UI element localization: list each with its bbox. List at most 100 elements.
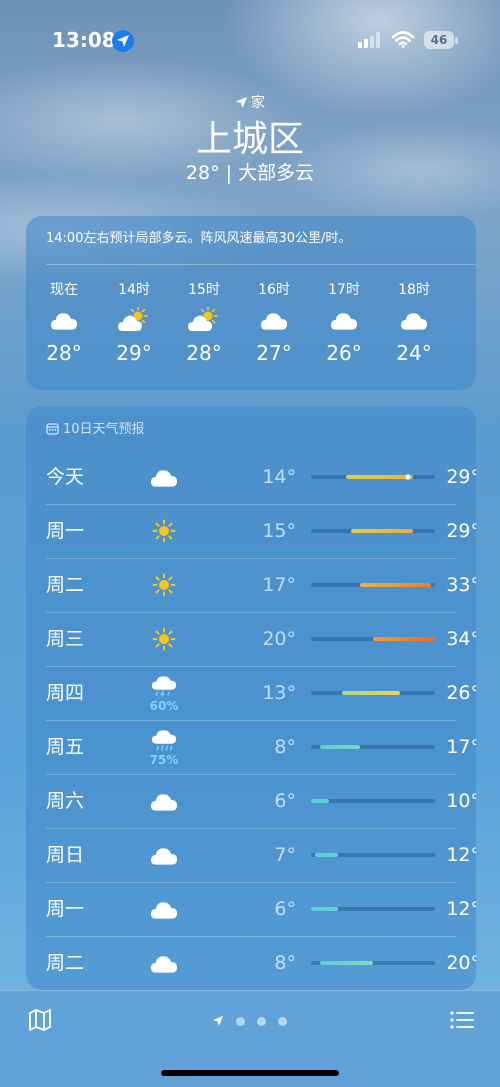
day-high-temp: 29°	[446, 520, 476, 542]
hour-label: 18时	[398, 282, 430, 298]
hour-temp: 24°	[396, 341, 432, 365]
hourly-description: 14:00左右预计局部多云。阵风风速最高30公里/时。	[46, 231, 352, 246]
day-row[interactable]: 周二 8° 20°	[46, 936, 476, 990]
list-icon[interactable]	[450, 1011, 474, 1033]
hour-label: 17时	[328, 282, 360, 298]
day-name: 周一	[46, 520, 85, 542]
temp-range-fill	[311, 799, 329, 803]
day-name: 周二	[46, 952, 85, 974]
cloud-icon	[146, 882, 182, 936]
wifi-icon	[391, 31, 415, 52]
cloud-icon	[34, 300, 94, 340]
hour-label: 1	[454, 280, 476, 300]
hour-temp: 28°	[46, 341, 82, 365]
day-high-temp: 12°	[446, 898, 476, 920]
temp-range-fill	[315, 853, 338, 857]
temp-range-fill	[319, 745, 360, 749]
day-low-temp: 20°	[262, 628, 296, 650]
status-time: 13:08	[52, 28, 116, 52]
cloud-icon	[244, 300, 304, 340]
day-row[interactable]: 周二 17° 33°	[46, 558, 476, 612]
day-high-temp: 33°	[446, 574, 476, 596]
cloud-icon	[146, 936, 182, 990]
day-low-temp: 8°	[274, 952, 296, 974]
precip-chance: 75%	[149, 752, 179, 767]
temp-range-fill	[346, 475, 413, 479]
cloud-icon	[146, 828, 182, 882]
hourly-item: 1日	[454, 280, 476, 366]
rain-icon: 75%	[146, 720, 182, 774]
day-name: 今天	[46, 466, 85, 488]
temp-range-fill	[311, 907, 338, 911]
day-row[interactable]: 周日 7° 12°	[46, 828, 476, 882]
hourly-item: 18时 24°	[384, 280, 444, 366]
divider	[46, 264, 476, 265]
day-low-temp: 7°	[274, 844, 296, 866]
hourly-item: 现在 28°	[34, 280, 94, 366]
hour-temp: 29°	[116, 341, 152, 365]
sun-icon	[146, 558, 182, 612]
precip-chance: 60%	[149, 698, 179, 713]
temp-range-fill	[342, 691, 400, 695]
day-row[interactable]: 周四 60% 13° 26°	[46, 666, 476, 720]
map-icon[interactable]	[28, 1009, 52, 1035]
day-low-temp: 6°	[274, 790, 296, 812]
day-name: 周二	[46, 574, 85, 596]
cloud-icon	[146, 774, 182, 828]
home-label-text: 家	[251, 95, 265, 111]
day-name: 周五	[46, 736, 85, 758]
hour-label: 16时	[258, 282, 290, 298]
day-row[interactable]: 周一 6° 12°	[46, 882, 476, 936]
day-name: 周日	[46, 844, 85, 866]
hourly-item: 16时 27°	[244, 280, 304, 366]
city-name: 上城区	[195, 119, 304, 160]
hour-label: 现在	[50, 282, 78, 298]
page-dot[interactable]	[257, 1017, 266, 1026]
cellular-signal-icon	[358, 32, 380, 52]
temp-range-fill	[319, 961, 373, 965]
sun-icon	[146, 504, 182, 558]
hourly-forecast-card[interactable]: 14:00左右预计局部多云。阵风风速最高30公里/时。 现在 28° 14时 29° 1…	[26, 216, 476, 390]
status-bar: 13:08 46	[0, 28, 500, 54]
day-low-temp: 15°	[262, 520, 296, 542]
temp-range-fill	[350, 529, 413, 533]
hourly-item: 15时 28°	[174, 280, 234, 366]
ten-day-forecast-card[interactable]: 10日天气预报 今天 14° 29° 周一 15° 29° 周二 17° 33° 周三 20° 34°…	[26, 406, 476, 990]
day-name: 周四	[46, 682, 85, 704]
current-temp-marker	[405, 474, 412, 480]
calendar-icon	[46, 423, 59, 435]
hour-temp: 日	[454, 340, 476, 366]
location-arrow-icon	[235, 96, 248, 109]
day-row[interactable]: 周三 20° 34°	[46, 612, 476, 666]
sun-icon	[146, 612, 182, 666]
current-location-page-icon	[212, 1015, 224, 1027]
day-row[interactable]: 周一 15° 29°	[46, 504, 476, 558]
home-indicator[interactable]	[161, 1070, 339, 1076]
page-dot[interactable]	[278, 1017, 287, 1026]
day-row[interactable]: 周六 6° 10°	[46, 774, 476, 828]
day-high-temp: 10°	[446, 790, 476, 812]
day-low-temp: 13°	[262, 682, 296, 704]
hour-temp: 26°	[326, 341, 362, 365]
hour-temp: 28°	[186, 341, 222, 365]
page-indicator[interactable]	[212, 1013, 292, 1029]
page-dot[interactable]	[236, 1017, 245, 1026]
day-high-temp: 17°	[446, 736, 476, 758]
location-icon	[112, 30, 134, 52]
hourly-item: 17时 26°	[314, 280, 374, 366]
ten-day-header: 10日天气预报	[46, 418, 145, 437]
bottom-toolbar	[0, 990, 500, 1087]
day-name: 周一	[46, 898, 85, 920]
partly-sunny-icon	[174, 300, 234, 340]
day-low-temp: 6°	[274, 898, 296, 920]
day-high-temp: 29°	[446, 466, 476, 488]
current-summary: 28° | 大部多云	[185, 162, 315, 184]
day-row[interactable]: 周五 75% 8° 17°	[46, 720, 476, 774]
partly-sunny-icon	[104, 300, 164, 340]
day-low-temp: 8°	[274, 736, 296, 758]
day-name: 周三	[46, 628, 85, 650]
day-row[interactable]: 今天 14° 29°	[46, 450, 476, 504]
battery-tip	[455, 37, 458, 44]
battery-indicator: 46	[424, 31, 454, 49]
hour-label: 15时	[188, 282, 220, 298]
